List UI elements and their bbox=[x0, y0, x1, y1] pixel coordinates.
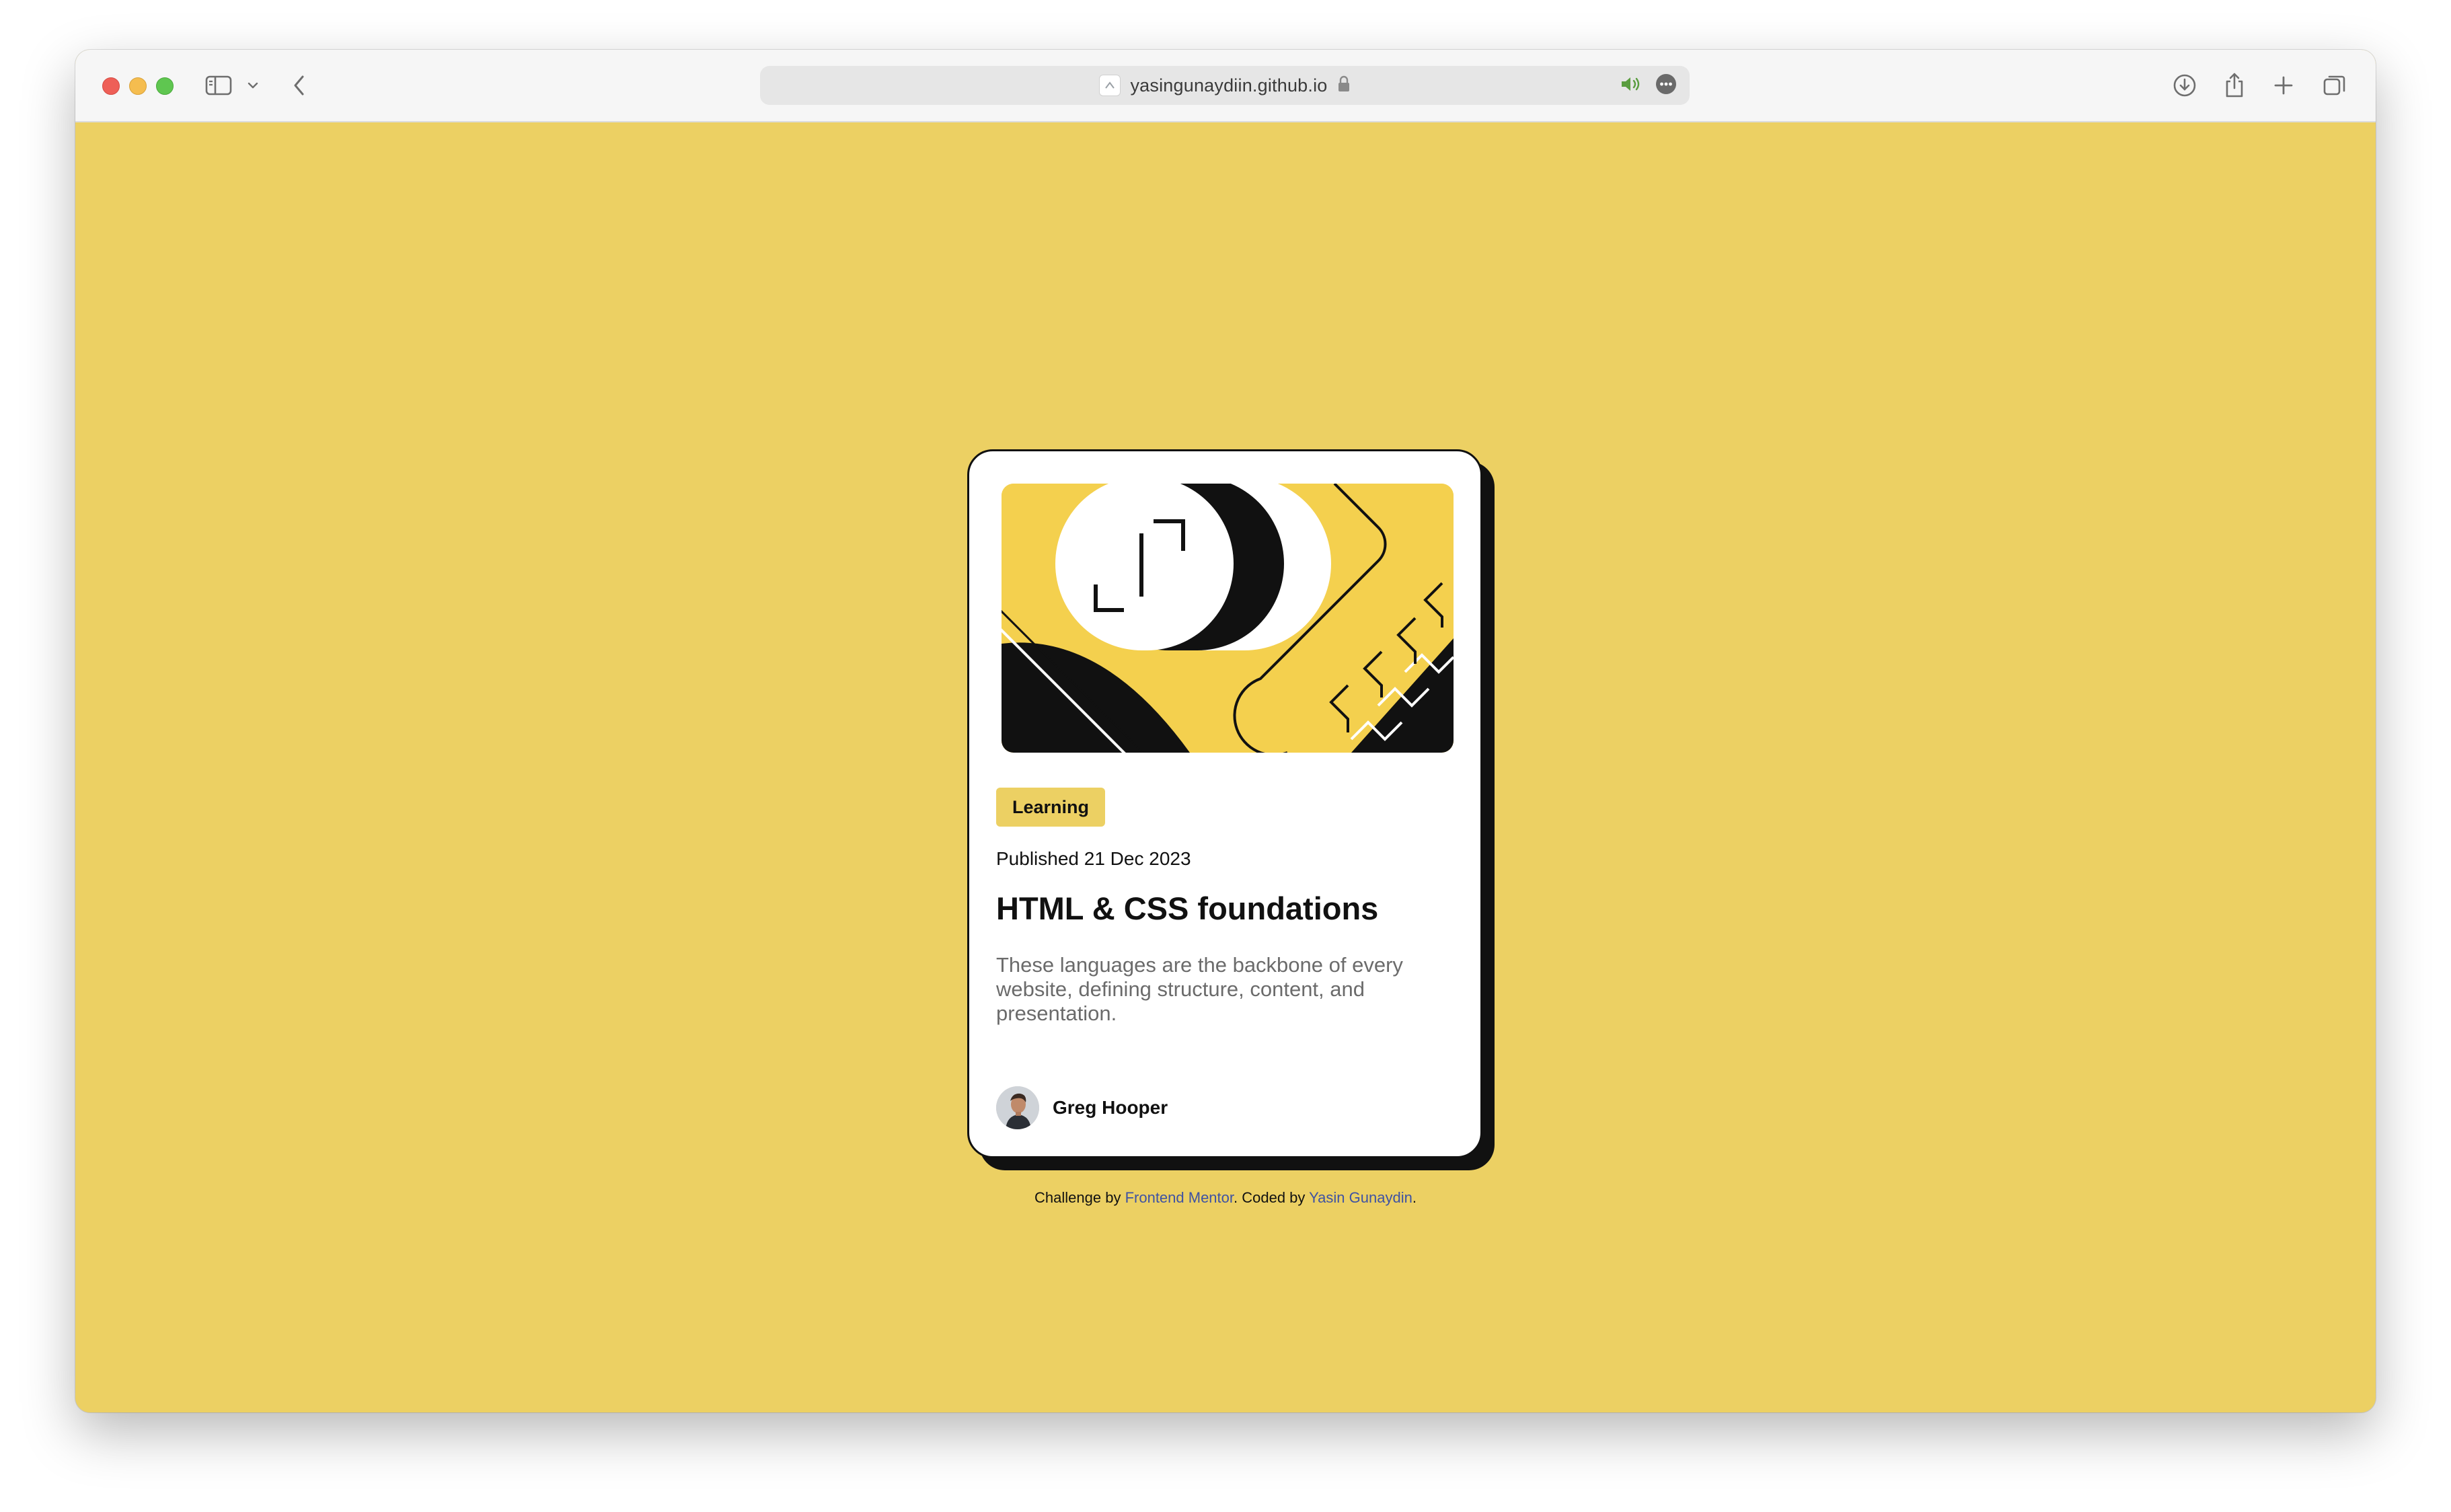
attribution-prefix: Challenge by bbox=[1034, 1189, 1125, 1206]
desktop: yasingunaydiin.github.io Learning Publis… bbox=[0, 0, 2451, 1512]
download-icon[interactable] bbox=[2171, 70, 2198, 101]
chevron-left-icon[interactable] bbox=[289, 70, 309, 101]
attribution-middle: . Coded by bbox=[1234, 1189, 1310, 1206]
browser-toolbar: yasingunaydiin.github.io bbox=[75, 50, 2376, 122]
address-right-controls bbox=[1620, 66, 1677, 105]
blog-preview-card: Learning Published 21 Dec 2023 HTML & CS… bbox=[967, 449, 1482, 1158]
author-name: Greg Hooper bbox=[1053, 1097, 1168, 1118]
category-tag: Learning bbox=[996, 788, 1106, 827]
published-date: Published 21 Dec 2023 bbox=[996, 848, 1191, 869]
frontend-mentor-link[interactable]: Frontend Mentor bbox=[1125, 1189, 1234, 1206]
avatar bbox=[996, 1086, 1039, 1129]
sidebar-icon[interactable] bbox=[203, 70, 234, 101]
share-icon[interactable] bbox=[2222, 70, 2247, 101]
browser-window: yasingunaydiin.github.io Learning Publis… bbox=[75, 50, 2376, 1412]
address-center: yasingunaydiin.github.io bbox=[760, 66, 1690, 105]
chevron-down-icon[interactable] bbox=[245, 70, 261, 101]
card-description: These languages are the backbone of ever… bbox=[996, 953, 1403, 1025]
close-window-button[interactable] bbox=[102, 77, 120, 95]
author: Greg Hooper bbox=[996, 1086, 1168, 1129]
attribution-suffix: . bbox=[1412, 1189, 1417, 1206]
url-text: yasingunaydiin.github.io bbox=[1130, 75, 1328, 96]
attribution: Challenge by Frontend Mentor. Coded by Y… bbox=[75, 1189, 2376, 1207]
zoom-window-button[interactable] bbox=[156, 77, 174, 95]
favicon-icon bbox=[1099, 75, 1121, 96]
ellipsis-icon[interactable] bbox=[1655, 73, 1677, 99]
card-title[interactable]: HTML & CSS foundations bbox=[996, 890, 1378, 927]
plus-icon[interactable] bbox=[2272, 70, 2295, 101]
card-illustration bbox=[1002, 484, 1454, 753]
lock-icon bbox=[1337, 75, 1351, 96]
minimize-window-button[interactable] bbox=[129, 77, 147, 95]
address-bar[interactable]: yasingunaydiin.github.io bbox=[760, 66, 1690, 105]
tab-overview-icon[interactable] bbox=[2322, 70, 2347, 101]
speaker-icon[interactable] bbox=[1620, 75, 1643, 97]
author-link[interactable]: Yasin Gunaydin bbox=[1309, 1189, 1412, 1206]
page-content: Learning Published 21 Dec 2023 HTML & CS… bbox=[75, 122, 2376, 1412]
